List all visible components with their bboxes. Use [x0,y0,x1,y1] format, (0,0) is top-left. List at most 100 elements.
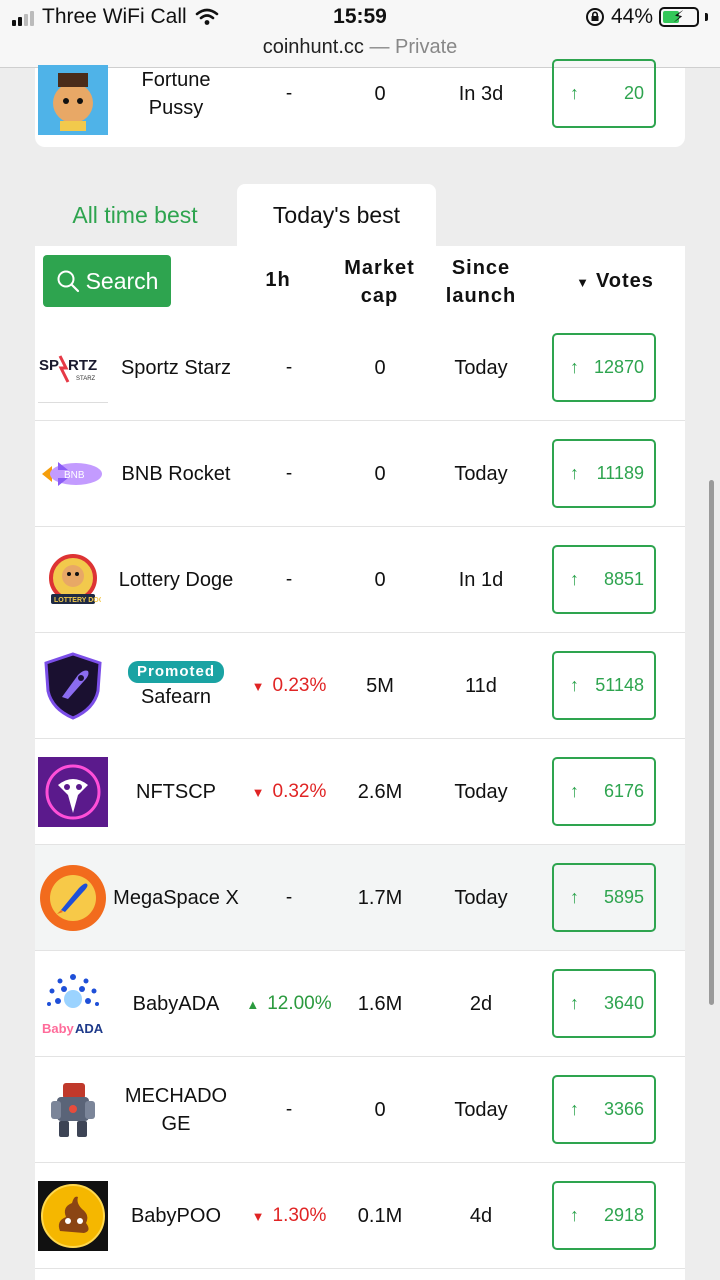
arrow-up-icon: ↑ [570,83,579,103]
triangle-down-icon: ▼ [251,1208,265,1224]
coin-name[interactable]: BabyADA [113,951,239,1057]
market-cap: 2.6M [357,780,403,803]
change-1h: - [285,887,293,908]
triangle-down-icon: ▼ [251,678,265,694]
fortune-pussy-logo [38,65,108,135]
table-row[interactable]: SP RTZ STARZ Sportz Starz - 0 Today ↑ 12870 [35,315,685,421]
safearn-logo [38,651,108,721]
change-1h: ▼ 1.30% [251,1205,327,1226]
vote-button[interactable]: ↑ 8851 [552,545,656,614]
svg-text:RTZ: RTZ [68,357,97,374]
vote-button[interactable]: ↑ 11189 [552,439,656,508]
bnb-rocket-logo: BNB [38,439,108,509]
vote-button[interactable]: ↑ 3640 [552,969,656,1038]
vote-button[interactable]: ↑ 3366 [552,1075,656,1144]
promoted-coins-card: Fortune Pussy - 0 In 3d ↑ 20 [35,59,685,147]
megaspacex-logo [38,863,108,933]
coin-name[interactable]: Sportz Starz [113,315,239,421]
svg-text:ADA: ADA [75,1021,104,1036]
battery-percent: 44% [610,5,653,28]
vote-button[interactable]: ↑ 51148 [552,651,656,720]
market-cap: 1.6M [357,992,403,1015]
ranking-tabs: All time best Today's best [35,184,685,246]
arrow-up-icon: ↑ [570,463,579,483]
market-cap: 0 [374,82,386,105]
sportz-starz-logo: SP RTZ STARZ [38,333,108,403]
vote-button[interactable]: ↑ 12870 [552,333,656,402]
triangle-down-icon: ▼ [251,784,265,800]
since-launch: Today [454,1098,508,1121]
promoted-badge: Promoted [127,661,224,683]
table-row[interactable]: LOTTERY DOGE Lottery Doge - 0 In 1d ↑885… [35,527,685,633]
babypoo-logo [38,1181,108,1251]
change-1h: - [285,569,293,590]
table-row[interactable]: NFTSCP ▼ 0.32% 2.6M Today ↑ 6176 [35,739,685,845]
status-bar: Three WiFi Call 15:59 44% ⚡ [0,0,720,36]
market-cap: 0 [374,568,386,591]
table-row[interactable]: BabyPOO ▼ 1.30% 0.1M 4d ↑ 2918 [35,1163,685,1269]
vote-button[interactable]: ↑ 20 [552,59,656,128]
market-cap: 0 [374,1098,386,1121]
svg-text:LOTTERY DOGE: LOTTERY DOGE [54,597,101,604]
coin-name[interactable]: MECHADOGE [113,1057,239,1163]
babyada-logo: Baby ADA [38,969,108,1039]
coin-name[interactable]: NFTSCP [113,739,239,845]
coin-name[interactable]: Promoted Safearn [113,633,239,739]
change-1h: - [285,1099,293,1120]
vote-button[interactable]: ↑ 2918 [552,1181,656,1250]
coin-name[interactable]: MegaSpace X [113,845,239,951]
since-launch: 2d [469,992,493,1015]
arrow-up-icon: ↑ [570,1099,579,1119]
table-row[interactable]: MECHADOGE - 0 Today ↑ 3366 [35,1057,685,1163]
table-row[interactable]: Promoted Safearn ▼ 0.23% 5M 11d ↑ 51148 [35,633,685,739]
market-cap: 0.1M [357,1204,403,1227]
since-launch: Today [454,356,508,379]
svg-text:STARZ: STARZ [76,376,96,382]
arrow-up-icon: ↑ [570,357,579,377]
search-button[interactable]: Search [43,255,171,307]
table-row[interactable]: MegaSpace X - 1.7M Today ↑ 5895 [35,845,685,951]
since-launch: In 3d [458,82,504,105]
change-1h: - [285,83,293,104]
change-1h: - [285,463,293,484]
table-header: Search 1h Market cap Since launch ▼ Votes [35,246,685,321]
market-cap: 5M [366,674,394,697]
battery-icon: ⚡ [659,7,699,27]
change-1h: ▼ 0.23% [251,675,327,696]
coin-name[interactable]: Lottery Doge [113,527,239,633]
since-launch: Today [454,886,508,909]
since-launch: Today [454,780,508,803]
col-header-since-launch[interactable]: Since launch [435,254,527,310]
arrow-up-icon: ↑ [570,781,579,801]
arrow-up-icon: ↑ [570,887,579,907]
coin-name[interactable]: Fortune Pussy [113,41,239,147]
col-header-1h[interactable]: 1h [239,266,317,294]
coin-table: Search 1h Market cap Since launch ▼ Votes… [35,246,685,1280]
change-1h: ▲ 12.00% [246,993,332,1014]
col-header-votes[interactable]: ▼ Votes [555,267,675,297]
since-launch: Today [454,462,508,485]
tab-todays-best[interactable]: Today's best [237,184,436,246]
table-row[interactable]: Baby ADA BabyADA ▲ 12.00% 1.6M 2d ↑ 3640 [35,951,685,1057]
triangle-up-icon: ▲ [246,996,260,1012]
vote-button[interactable]: ↑ 5895 [552,863,656,932]
table-row[interactable]: BNB BNB Rocket - 0 Today ↑ 11189 [35,421,685,527]
since-launch: 4d [469,1204,493,1227]
vote-button[interactable]: ↑ 6176 [552,757,656,826]
col-header-market-cap[interactable]: Market cap [332,254,427,310]
search-icon [57,270,79,293]
change-1h: - [285,357,293,378]
market-cap: 0 [374,356,386,379]
mechadoge-logo [38,1075,108,1145]
coin-name[interactable]: BabyPOO [113,1163,239,1269]
sort-desc-icon: ▼ [576,275,590,290]
svg-text:Baby: Baby [42,1021,75,1036]
tab-all-time-best[interactable]: All time best [35,184,235,246]
market-cap: 1.7M [357,886,403,909]
scrollbar[interactable] [709,480,714,1005]
svg-text:SP: SP [39,357,59,374]
table-row[interactable]: Fortune Pussy - 0 In 3d ↑ 20 [35,41,685,147]
coin-name[interactable]: BNB Rocket [113,421,239,527]
orientation-lock-icon [585,8,604,26]
market-cap: 0 [374,462,386,485]
